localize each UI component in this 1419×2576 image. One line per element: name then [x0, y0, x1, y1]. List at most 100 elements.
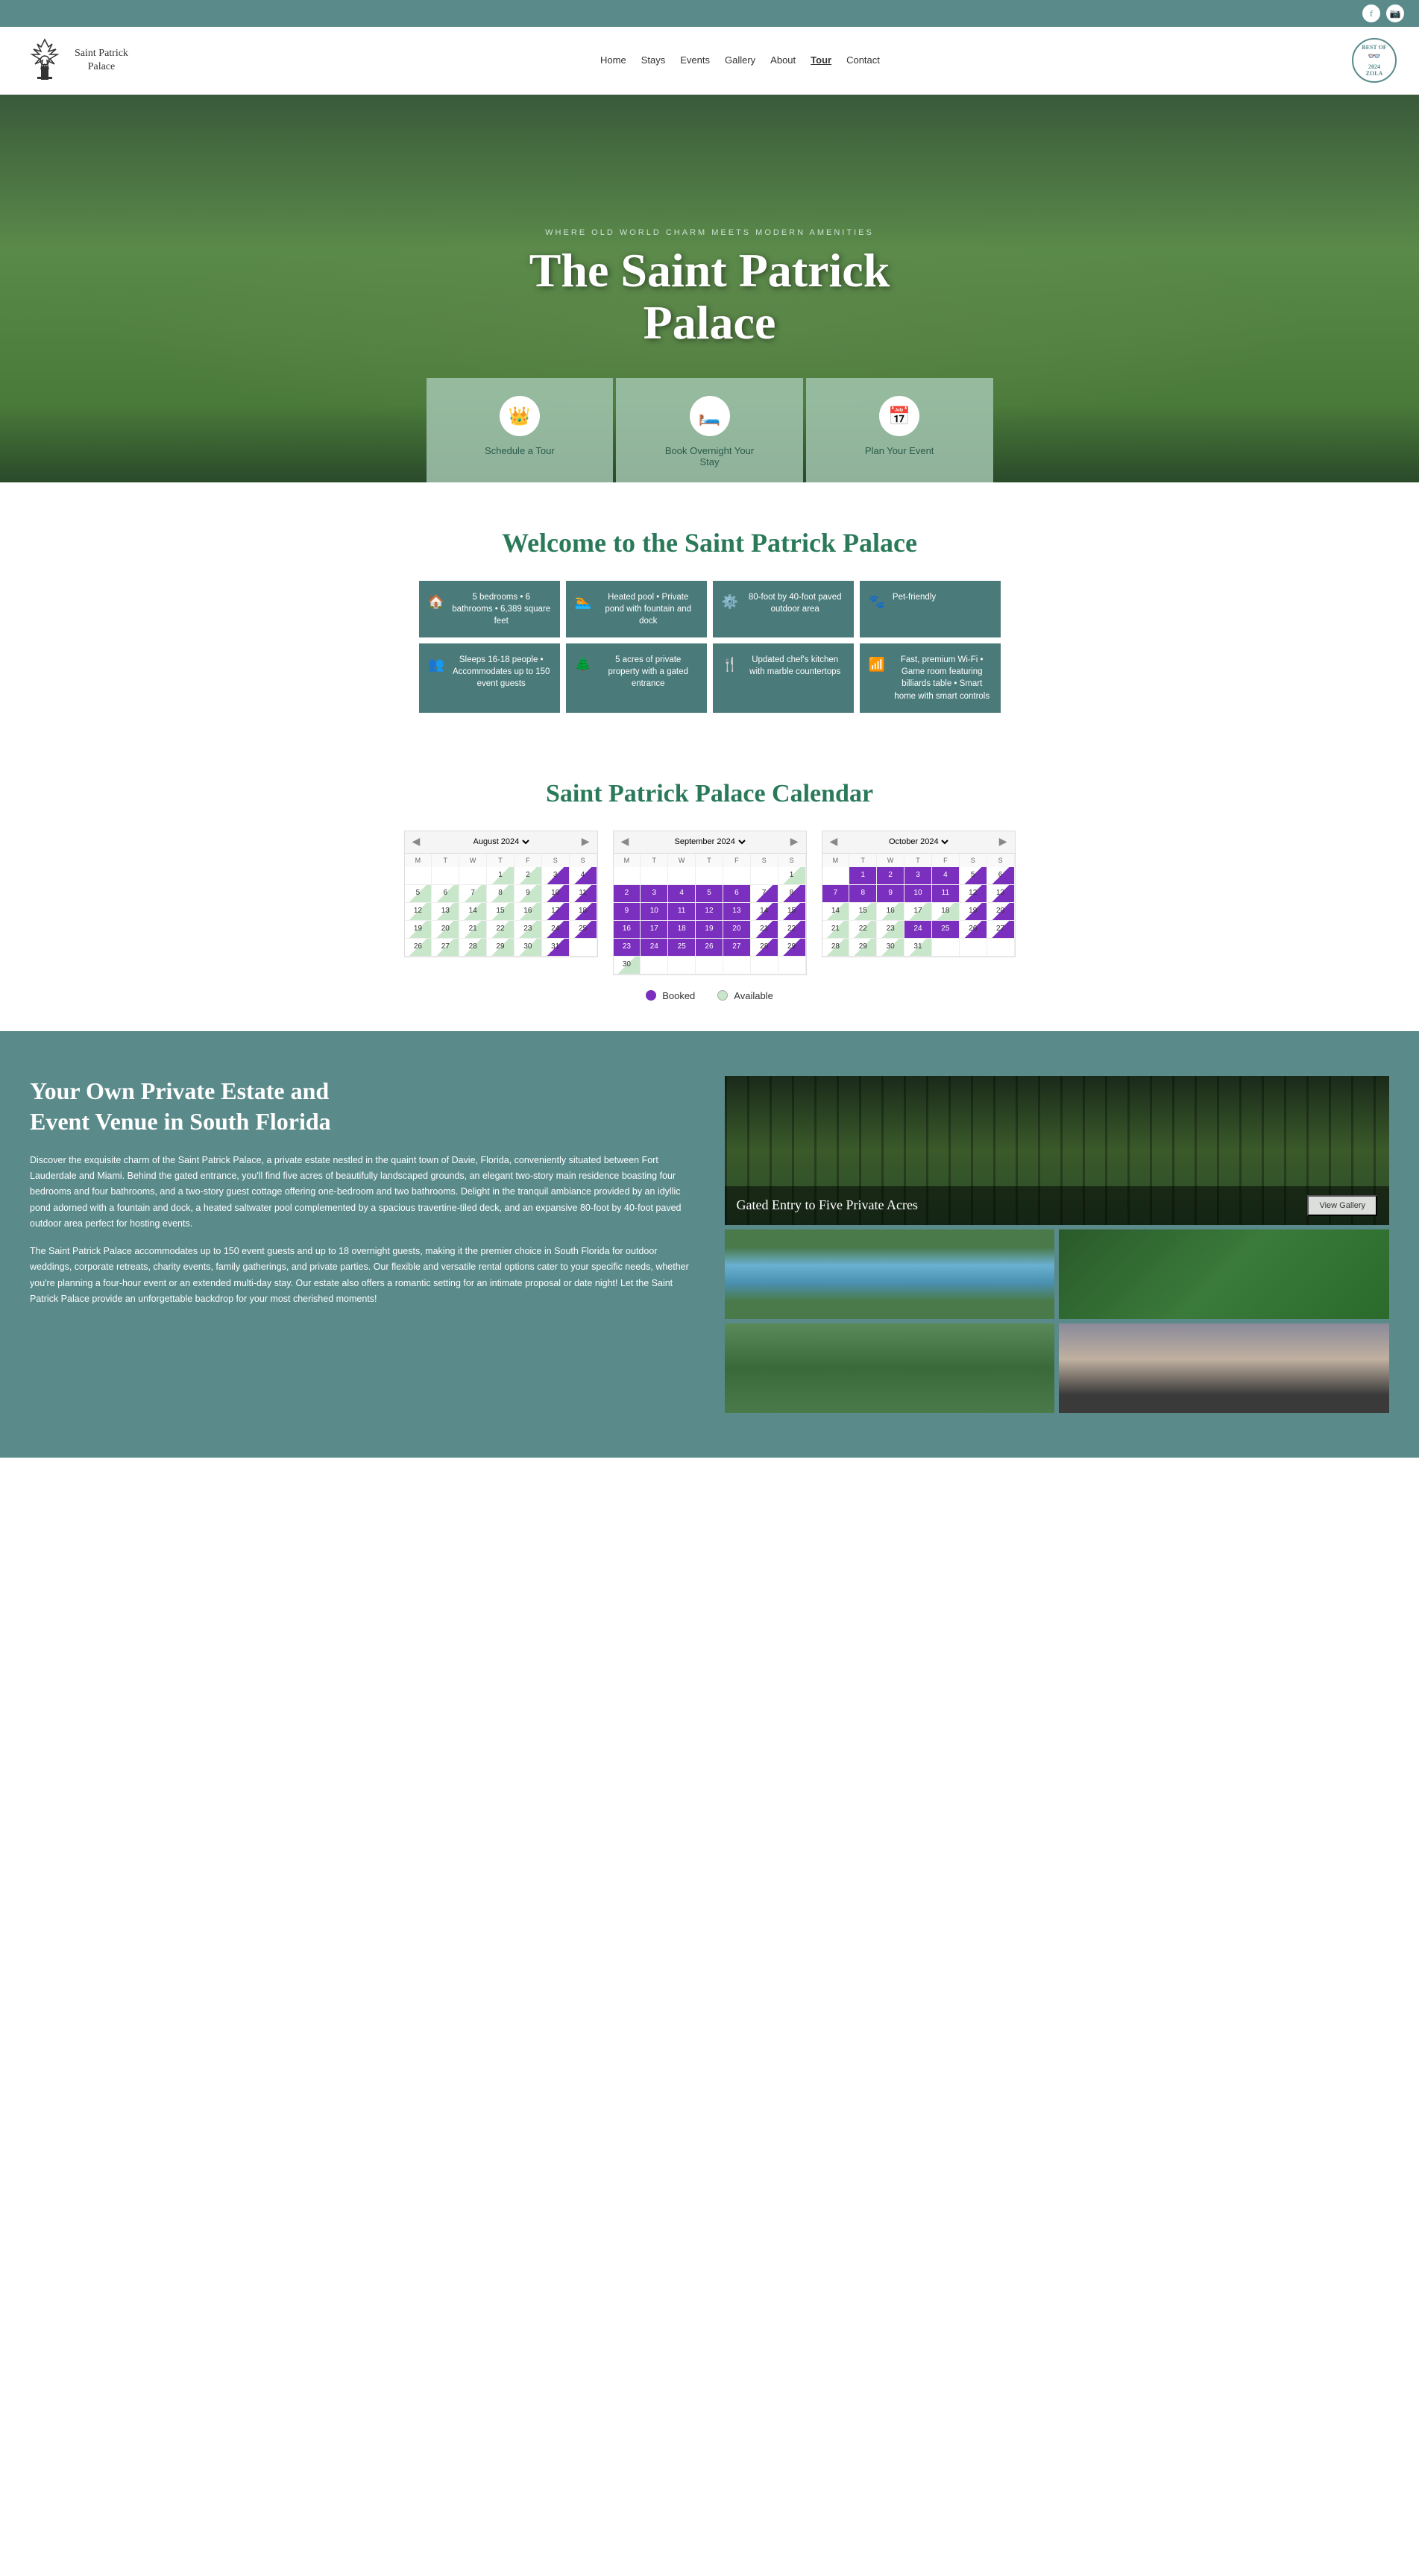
nav-stays[interactable]: Stays	[641, 54, 666, 66]
cal-day[interactable]: 19	[960, 903, 987, 921]
cal-day[interactable]: 8	[487, 885, 515, 903]
cal-day[interactable]: 25	[932, 921, 960, 939]
cal-day[interactable]: 19	[696, 921, 723, 939]
cal-day[interactable]: 22	[849, 921, 877, 939]
cal-day[interactable]: 23	[877, 921, 904, 939]
cal-day[interactable]: 16	[515, 903, 542, 921]
cal-day[interactable]: 7	[751, 885, 778, 903]
cal-day[interactable]: 16	[614, 921, 641, 939]
cal-day[interactable]: 13	[987, 885, 1015, 903]
facebook-icon[interactable]: f	[1362, 4, 1380, 22]
cal-day[interactable]: 1	[487, 867, 515, 885]
cal-prev-sep[interactable]: ◀	[621, 836, 629, 848]
cal-day[interactable]: 3	[542, 867, 570, 885]
cal-day[interactable]: 10	[904, 885, 932, 903]
cal-day[interactable]: 27	[723, 939, 751, 957]
cal-day[interactable]: 28	[751, 939, 778, 957]
cal-day[interactable]: 29	[778, 939, 806, 957]
cal-day[interactable]: 6	[723, 885, 751, 903]
cal-day[interactable]: 30	[614, 957, 641, 974]
cal-day[interactable]: 18	[570, 903, 597, 921]
cal-day[interactable]: 27	[432, 939, 459, 957]
cal-day[interactable]: 20	[987, 903, 1015, 921]
cal-month-select-sep[interactable]: September 2024	[672, 837, 748, 847]
gallery-thumb-aerial[interactable]	[1059, 1229, 1389, 1319]
cal-day[interactable]: 5	[696, 885, 723, 903]
cal-day[interactable]: 20	[723, 921, 751, 939]
cal-day[interactable]: 4	[570, 867, 597, 885]
cal-next-oct[interactable]: ▶	[999, 836, 1007, 848]
nav-tour[interactable]: Tour	[811, 54, 831, 66]
cal-day[interactable]: 27	[987, 921, 1015, 939]
cal-prev-aug[interactable]: ◀	[412, 836, 421, 848]
cal-day[interactable]: 26	[405, 939, 432, 957]
cal-month-select-oct[interactable]: October 2024	[886, 837, 951, 847]
cal-day[interactable]: 11	[932, 885, 960, 903]
cal-day[interactable]: 28	[822, 939, 850, 957]
cal-day[interactable]: 14	[459, 903, 487, 921]
cal-day[interactable]: 15	[778, 903, 806, 921]
cal-prev-oct[interactable]: ◀	[830, 836, 838, 848]
cal-day[interactable]: 31	[542, 939, 570, 957]
cal-day[interactable]: 4	[932, 867, 960, 885]
instagram-icon[interactable]: 📷	[1386, 4, 1404, 22]
view-gallery-button[interactable]: View Gallery	[1307, 1195, 1377, 1216]
cal-day[interactable]: 13	[432, 903, 459, 921]
cal-day[interactable]: 10	[542, 885, 570, 903]
cal-day[interactable]: 14	[751, 903, 778, 921]
cal-day[interactable]: 25	[668, 939, 696, 957]
cal-day[interactable]: 16	[877, 903, 904, 921]
cal-day[interactable]: 12	[696, 903, 723, 921]
cal-day[interactable]: 19	[405, 921, 432, 939]
gallery-thumb-event[interactable]	[1059, 1323, 1389, 1413]
cal-day[interactable]: 9	[515, 885, 542, 903]
cal-day[interactable]: 4	[668, 885, 696, 903]
cal-day[interactable]: 23	[614, 939, 641, 957]
cal-day[interactable]: 2	[877, 867, 904, 885]
cal-day[interactable]: 11	[570, 885, 597, 903]
nav-gallery[interactable]: Gallery	[725, 54, 755, 66]
cal-day[interactable]: 3	[641, 885, 668, 903]
cal-day[interactable]: 17	[641, 921, 668, 939]
cal-day[interactable]: 12	[960, 885, 987, 903]
plan-event-card[interactable]: 📅 Plan Your Event	[806, 378, 993, 482]
cal-day[interactable]: 7	[822, 885, 850, 903]
cal-day[interactable]: 21	[459, 921, 487, 939]
gallery-thumb-grounds[interactable]	[725, 1323, 1055, 1413]
cal-day[interactable]: 12	[405, 903, 432, 921]
cal-day[interactable]: 7	[459, 885, 487, 903]
cal-day[interactable]: 2	[515, 867, 542, 885]
cal-next-aug[interactable]: ▶	[582, 836, 590, 848]
gallery-thumb-pool[interactable]	[725, 1229, 1055, 1319]
cal-day[interactable]: 30	[515, 939, 542, 957]
cal-day[interactable]: 17	[904, 903, 932, 921]
nav-events[interactable]: Events	[680, 54, 710, 66]
nav-about[interactable]: About	[770, 54, 796, 66]
cal-day[interactable]: 6	[432, 885, 459, 903]
cal-day[interactable]: 9	[614, 903, 641, 921]
cal-day[interactable]: 15	[849, 903, 877, 921]
cal-day[interactable]: 18	[668, 921, 696, 939]
cal-day[interactable]: 6	[987, 867, 1015, 885]
cal-day[interactable]: 28	[459, 939, 487, 957]
cal-day[interactable]: 29	[487, 939, 515, 957]
cal-day[interactable]: 15	[487, 903, 515, 921]
cal-day[interactable]: 11	[668, 903, 696, 921]
cal-day[interactable]: 8	[778, 885, 806, 903]
cal-day[interactable]: 22	[778, 921, 806, 939]
cal-day[interactable]: 24	[641, 939, 668, 957]
cal-day[interactable]: 30	[877, 939, 904, 957]
cal-day[interactable]: 31	[904, 939, 932, 957]
cal-day[interactable]: 1	[778, 867, 806, 885]
cal-day[interactable]: 8	[849, 885, 877, 903]
cal-day[interactable]: 17	[542, 903, 570, 921]
cal-day[interactable]: 10	[641, 903, 668, 921]
cal-day[interactable]: 13	[723, 903, 751, 921]
cal-day[interactable]: 20	[432, 921, 459, 939]
nav-home[interactable]: Home	[600, 54, 626, 66]
schedule-tour-card[interactable]: 👑 Schedule a Tour	[427, 378, 614, 482]
cal-day[interactable]: 26	[960, 921, 987, 939]
cal-day[interactable]: 14	[822, 903, 850, 921]
cal-day[interactable]: 25	[570, 921, 597, 939]
cal-day[interactable]: 22	[487, 921, 515, 939]
